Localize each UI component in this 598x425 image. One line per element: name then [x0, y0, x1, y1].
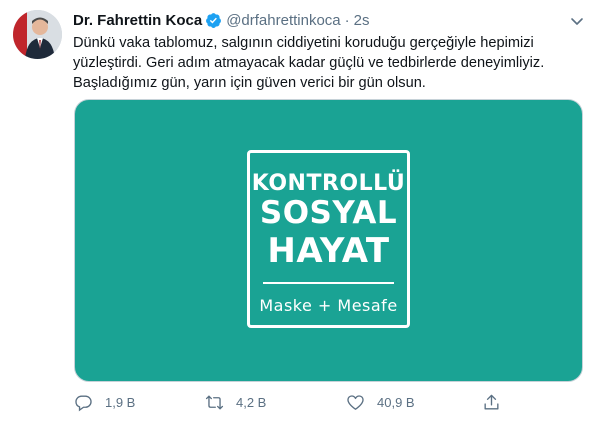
- reply-button[interactable]: 1,9 B: [74, 393, 135, 412]
- separator-dot: ·: [344, 11, 350, 29]
- tweet-actions: 1,9 B 4,2 B 40,9 B: [74, 393, 584, 415]
- logo-divider: [263, 282, 394, 284]
- share-icon: [484, 394, 499, 410]
- campaign-logo: KONTROLLÜ SOSYAL HAYAT Maske + Mesafe: [247, 150, 410, 328]
- logo-line-kontrollu: KONTROLLÜ: [251, 171, 406, 196]
- share-button[interactable]: [482, 393, 513, 412]
- retweet-icon: [205, 395, 224, 410]
- retweet-count: 4,2 B: [236, 395, 267, 410]
- tweet-timestamp[interactable]: 2s: [354, 12, 370, 29]
- author-handle[interactable]: @drfahrettinkoca: [226, 12, 340, 29]
- reply-icon: [75, 395, 92, 412]
- tweet-text-line: yüzleştirdi. Geri adım atmayacak kadar g…: [73, 55, 545, 71]
- author-name[interactable]: Dr. Fahrettin Koca: [73, 12, 202, 29]
- tweet[interactable]: Dr. Fahrettin Koca @drfahrettinkoca · 2s…: [0, 0, 598, 425]
- heart-icon: [347, 395, 364, 410]
- logo-line-maske-mesafe: Maske + Mesafe: [259, 296, 398, 315]
- logo-line-sosyal: SOSYAL: [259, 195, 398, 231]
- retweet-button[interactable]: 4,2 B: [205, 393, 266, 412]
- tweet-header: Dr. Fahrettin Koca @drfahrettinkoca · 2s: [73, 11, 558, 29]
- verified-badge-icon: [205, 12, 222, 29]
- tweet-text-line: Başladığımız gün, yarın için güven veric…: [73, 75, 426, 91]
- reply-count: 1,9 B: [105, 395, 136, 410]
- tweet-media-image[interactable]: KONTROLLÜ SOSYAL HAYAT Maske + Mesafe: [74, 99, 583, 382]
- avatar[interactable]: [13, 10, 62, 59]
- tweet-text-line: Dünkü vaka tablomuz, salgının ciddiyetin…: [73, 35, 534, 51]
- chevron-down-icon[interactable]: [569, 13, 585, 29]
- tweet-text: Dünkü vaka tablomuz, salgının ciddiyetin…: [73, 33, 588, 93]
- avatar-photo: [13, 10, 62, 59]
- like-button[interactable]: 40,9 B: [346, 393, 415, 412]
- like-count: 40,9 B: [377, 395, 415, 410]
- logo-line-hayat: HAYAT: [267, 231, 390, 271]
